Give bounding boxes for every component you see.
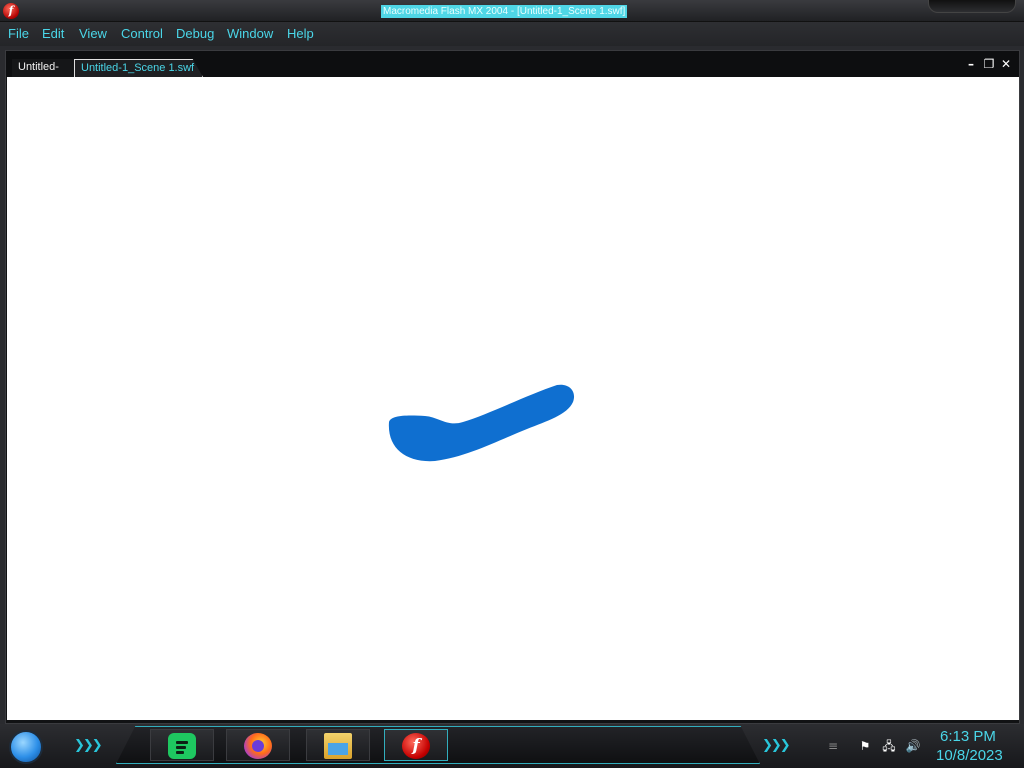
action-center-flag-icon[interactable]: ⚑ [856, 738, 874, 754]
tab-untitled-1[interactable]: Untitled-1* [12, 59, 74, 89]
clock-date[interactable]: 10/8/2023 [936, 747, 1003, 764]
stage-blue-shape [388, 384, 575, 462]
menu-bar: File Edit View Control Debug Window Help [0, 22, 1024, 46]
menu-view[interactable]: View [79, 26, 107, 41]
taskbar-flash-button[interactable]: f [384, 729, 448, 761]
menu-help[interactable]: Help [287, 26, 314, 41]
chevrons-right-decoration: ❯❯❯ [762, 738, 791, 753]
swf-stage[interactable] [7, 77, 1019, 720]
taskbar-spotify-button[interactable] [150, 729, 214, 761]
clock-time[interactable]: 6:13 PM [940, 728, 996, 745]
firefox-icon [244, 733, 272, 759]
chevrons-left-decoration: ❯❯❯ [74, 738, 103, 753]
flash-icon: f [402, 733, 430, 759]
document-tab-bar: Untitled-1* Untitled-1_Scene 1.swf – ❐ ✕ [6, 51, 1019, 89]
taskbar-firefox-button[interactable] [226, 729, 290, 761]
taskbar: ❯❯❯ f ❯❯❯ ≡ ⚑ 🖧 🔊 6:13 PM 10/8/2023 [0, 724, 1024, 768]
menu-window[interactable]: Window [227, 26, 273, 41]
window-title: Macromedia Flash MX 2004 - [Untitled-1_S… [381, 5, 628, 18]
volume-icon[interactable]: 🔊 [904, 738, 922, 754]
menu-debug[interactable]: Debug [176, 26, 214, 41]
minimize-icon[interactable]: – [964, 57, 978, 71]
desktop-screen: f Macromedia Flash MX 2004 - [Untitled-1… [0, 0, 1024, 768]
menu-file[interactable]: File [8, 26, 29, 41]
taskbar-file-explorer-button[interactable] [306, 729, 370, 761]
stage-canvas [388, 384, 575, 462]
menu-control[interactable]: Control [121, 26, 163, 41]
title-bar[interactable]: f Macromedia Flash MX 2004 - [Untitled-1… [0, 0, 1024, 22]
document-window: Untitled-1* Untitled-1_Scene 1.swf – ❐ ✕ [5, 50, 1020, 724]
close-icon[interactable]: ✕ [999, 57, 1013, 71]
network-icon[interactable]: 🖧 [880, 738, 898, 754]
spotify-icon [168, 733, 196, 759]
file-explorer-icon [324, 733, 352, 759]
flash-app-icon[interactable]: f [3, 3, 19, 19]
start-button[interactable] [9, 730, 43, 764]
tab-scene-swf[interactable]: Untitled-1_Scene 1.swf [74, 59, 203, 77]
menu-edit[interactable]: Edit [42, 26, 64, 41]
tray-overflow-icon[interactable]: ≡ [824, 738, 842, 754]
title-bar-ornament [928, 0, 1016, 13]
restore-icon[interactable]: ❐ [982, 57, 996, 71]
